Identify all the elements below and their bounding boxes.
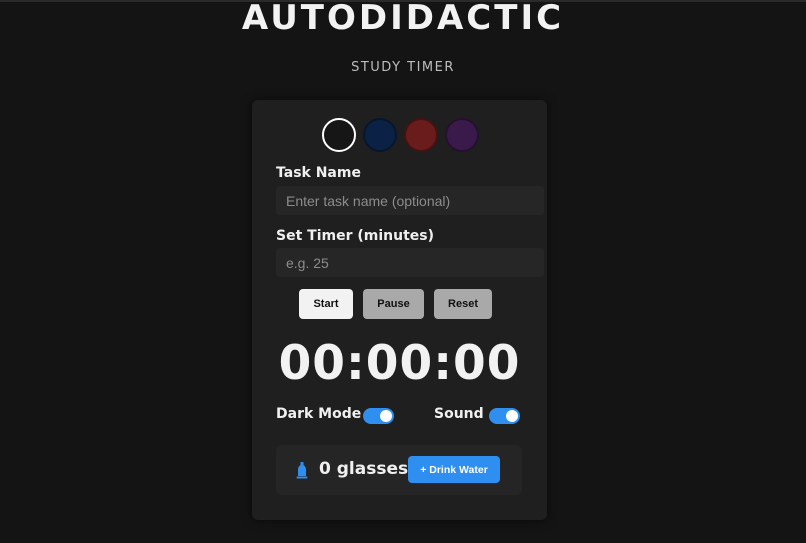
swatch-purple[interactable] — [445, 118, 479, 152]
sound-label: Sound — [434, 406, 484, 422]
swatch-navy[interactable] — [363, 118, 397, 152]
water-bottle-icon — [296, 462, 308, 479]
swatch-red[interactable] — [404, 118, 438, 152]
timer-minutes-label: Set Timer (minutes) — [276, 228, 434, 244]
timer-card: Task Name Set Timer (minutes) Start Paus… — [252, 100, 547, 520]
toggle-knob — [506, 410, 518, 422]
swatch-black[interactable] — [322, 118, 356, 152]
drink-water-button[interactable]: + Drink Water — [408, 456, 500, 483]
start-button[interactable]: Start — [299, 289, 353, 319]
dark-mode-toggle[interactable] — [363, 408, 394, 424]
water-count: 0 glasses — [319, 459, 409, 479]
toggle-knob — [380, 410, 392, 422]
dark-mode-label: Dark Mode — [276, 406, 362, 422]
pause-button[interactable]: Pause — [363, 289, 424, 319]
timer-display: 00:00:00 — [278, 336, 521, 391]
water-tracker: 0 glasses + Drink Water — [276, 445, 522, 495]
app-subtitle: STUDY TIMER — [351, 60, 455, 75]
app-title: AUTODIDACTIC — [241, 0, 565, 38]
task-name-input[interactable] — [276, 186, 544, 215]
task-name-label: Task Name — [276, 165, 361, 181]
theme-swatches — [322, 118, 482, 152]
sound-toggle[interactable] — [489, 408, 520, 424]
reset-button[interactable]: Reset — [434, 289, 492, 319]
timer-minutes-input[interactable] — [276, 248, 544, 277]
